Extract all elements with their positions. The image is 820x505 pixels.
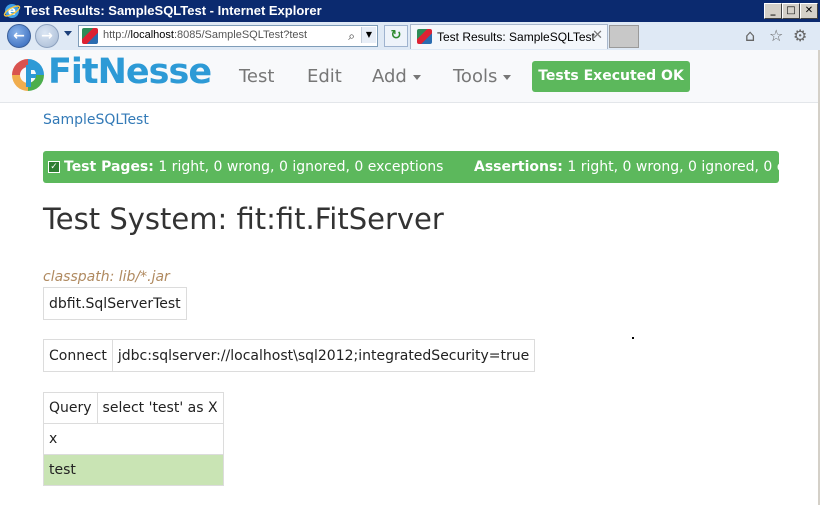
address-bar[interactable]: http://localhost:8085/SampleSQLTest?test… [78, 25, 378, 47]
window-titlebar: e Test Results: SampleSQLTest - Internet… [0, 0, 820, 22]
assertions-summary: Assertions: 1 right, 0 wrong, 0 ignored,… [474, 159, 779, 175]
fitnesse-favicon-icon [417, 29, 432, 44]
tools-gear-icon[interactable]: ⚙ [793, 26, 807, 45]
favorites-star-icon[interactable]: ☆ [769, 26, 783, 45]
table-row: Query select 'test' as X [43, 392, 224, 424]
fitnesse-favicon-icon [82, 28, 98, 44]
maximize-button[interactable]: □ [782, 3, 800, 19]
tests-executed-status-badge: Tests Executed OK [532, 61, 690, 92]
fitnesse-navbar: FitNesse Test Edit Add Tools Tests Execu… [0, 50, 820, 103]
query-table: Query select 'test' as X x test [43, 392, 224, 486]
back-arrow-icon: ← [13, 28, 25, 44]
refresh-button[interactable]: ↻ [384, 25, 408, 47]
search-icon[interactable]: ⌕ [348, 29, 355, 44]
close-window-button[interactable]: ✕ [800, 3, 818, 19]
forward-arrow-icon: → [41, 28, 53, 44]
test-pages-summary: Test Pages: 1 right, 0 wrong, 0 ignored,… [64, 159, 444, 175]
tab-close-icon[interactable]: ✕ [592, 28, 603, 43]
address-dropdown-button[interactable]: ▼ [361, 27, 376, 43]
refresh-icon: ↻ [390, 28, 402, 43]
menu-add[interactable]: Add [372, 66, 421, 87]
chevron-down-icon [503, 74, 512, 80]
table-cell: select 'test' as X [96, 392, 224, 424]
tab-title: Test Results: SampleSQLTest [437, 30, 595, 44]
url-text[interactable]: http://localhost:8085/SampleSQLTest?test [103, 29, 307, 41]
window-title: Test Results: SampleSQLTest - Internet E… [24, 3, 322, 18]
menu-tools[interactable]: Tools [453, 66, 512, 87]
browser-toolbar: ← → http://localhost:8085/SampleSQLTest?… [0, 22, 820, 51]
test-summary-bar: ✓ Test Pages: 1 right, 0 wrong, 0 ignore… [43, 151, 779, 183]
table-cell: dbfit.SqlServerTest [43, 287, 187, 320]
internet-explorer-icon: e [3, 4, 21, 18]
fitnesse-logo-text[interactable]: FitNesse [48, 52, 212, 92]
table-row: Connect jdbc:sqlserver://localhost\sql20… [43, 339, 536, 372]
classpath-label: classpath: lib/*.jar [43, 269, 170, 285]
minimize-button[interactable]: _ [764, 3, 782, 19]
menu-edit[interactable]: Edit [307, 66, 342, 87]
test-system-heading: Test System: fit:fit.FitServer [43, 202, 444, 236]
table-cell: Connect [43, 339, 113, 372]
checkbox-checked-icon: ✓ [48, 161, 60, 173]
back-button[interactable]: ← [7, 24, 31, 48]
new-tab-button[interactable] [609, 25, 639, 48]
menu-test[interactable]: Test [239, 66, 274, 87]
table-cell: jdbc:sqlserver://localhost\sql2012;integ… [111, 339, 536, 372]
home-icon[interactable]: ⌂ [745, 26, 755, 45]
fixture-table: dbfit.SqlServerTest [43, 287, 187, 320]
table-header-cell: x [43, 423, 224, 455]
passed-result-cell: test [43, 454, 224, 486]
table-row: dbfit.SqlServerTest [43, 287, 187, 320]
table-row: x [43, 423, 224, 455]
connect-table: Connect jdbc:sqlserver://localhost\sql20… [43, 339, 536, 372]
breadcrumb-link[interactable]: SampleSQLTest [43, 112, 149, 128]
history-dropdown-icon[interactable] [64, 31, 72, 36]
table-row: test [43, 454, 224, 486]
tab-test-results[interactable]: Test Results: SampleSQLTest ✕ [410, 24, 608, 49]
fitnesse-logo-icon[interactable] [8, 55, 48, 95]
table-cell: Query [43, 392, 98, 424]
chevron-down-icon [412, 74, 421, 80]
forward-button[interactable]: → [35, 24, 59, 48]
stray-pixel-dot [632, 337, 634, 339]
